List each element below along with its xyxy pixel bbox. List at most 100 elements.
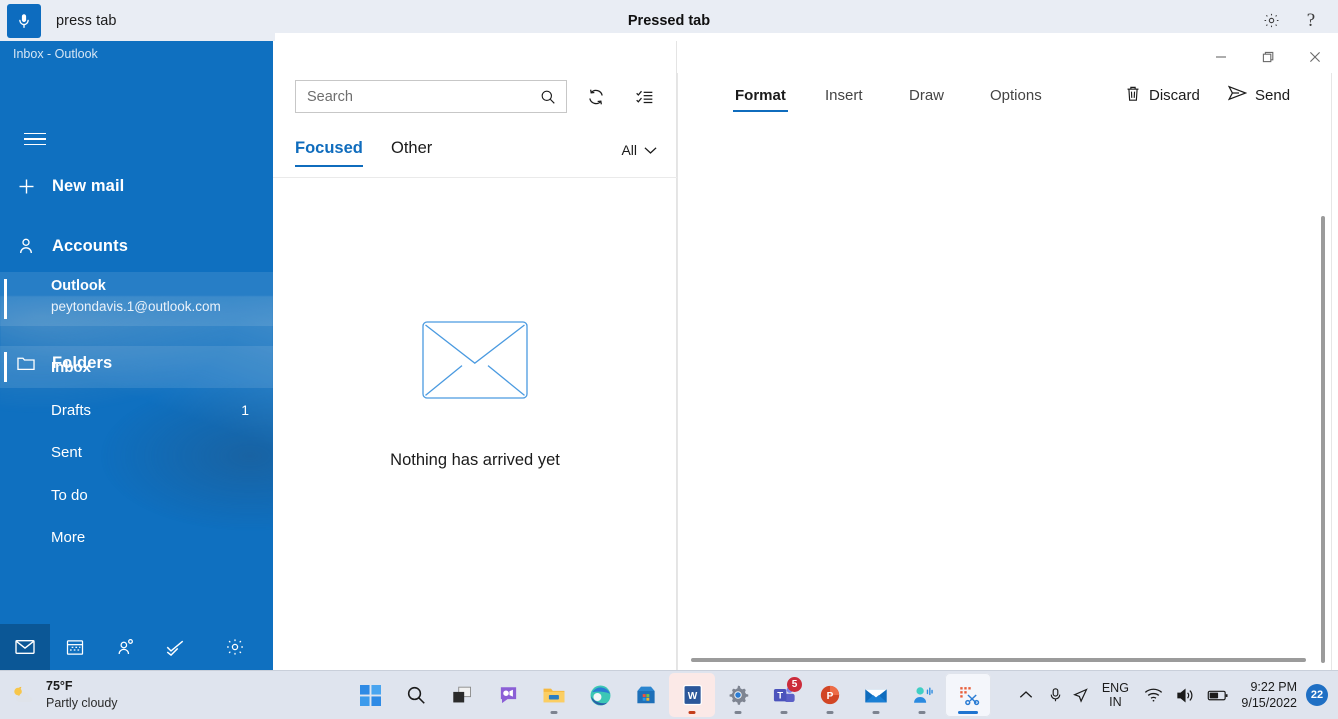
outlook-mail-window: Inbox - Outlook New mail [0,41,1338,670]
mail-icon[interactable] [0,624,50,670]
teams-icon[interactable]: T 5 [761,673,807,717]
pane-divider [677,73,678,670]
sync-refresh-icon[interactable] [579,80,613,113]
tab-insert[interactable]: Insert [825,87,863,104]
voice-access-bar: press tab Pressed tab ? [0,0,1338,41]
minimize-icon[interactable] [1197,41,1244,73]
hamburger-menu-icon[interactable] [12,121,58,157]
running-indicator [551,711,558,714]
search-input[interactable] [307,89,530,105]
chevron-up-icon[interactable] [1009,671,1043,719]
to-do-check-icon[interactable] [150,624,200,670]
active-window-indicator [958,711,978,715]
sidebar-item-drafts[interactable]: Drafts 1 [0,389,273,431]
new-mail-label: New mail [52,177,124,196]
battery-icon[interactable] [1201,671,1235,719]
active-indicator [689,711,696,714]
select-mode-icon[interactable] [627,80,661,113]
discard-button[interactable]: Discard [1125,85,1200,106]
clock-time: 9:22 PM [1250,679,1297,695]
tab-underline [295,165,363,168]
word-icon[interactable]: W [669,673,715,717]
horizontal-scrollbar[interactable] [691,658,1306,662]
tab-label: Draw [909,87,944,104]
gear-icon[interactable] [210,624,260,670]
running-indicator [919,711,926,714]
send-button[interactable]: Send [1228,85,1290,105]
mail-icon[interactable] [853,673,899,717]
restore-window-icon[interactable] [1244,41,1291,73]
accounts-header[interactable]: Accounts [0,224,273,268]
microsoft-store-icon[interactable] [623,673,669,717]
empty-inbox-state: Nothing has arrived yet [273,321,677,470]
microphone-icon[interactable] [7,4,41,38]
question-mark-icon[interactable]: ? [1298,8,1324,34]
tab-other[interactable]: Other [391,139,432,158]
file-explorer-icon[interactable] [531,673,577,717]
tab-format[interactable]: Format [735,87,786,104]
send-label: Send [1255,87,1290,104]
tab-underline [733,110,788,113]
search-box[interactable] [295,80,567,113]
nav-bottom-bar [0,624,273,670]
svg-text:T: T [777,691,783,702]
envelope-illustration [422,321,528,399]
svg-text:W: W [687,691,697,702]
sidebar-item-more[interactable]: More [0,516,273,558]
calendar-icon[interactable] [50,624,100,670]
tab-options[interactable]: Options [990,87,1042,104]
inbox-pivots: Focused Other All [273,133,677,178]
start-windows-icon[interactable] [347,673,393,717]
powerpoint-icon[interactable]: P [807,673,853,717]
search-icon[interactable] [530,88,566,106]
snipping-tool-icon[interactable] [945,673,991,717]
settings-gear-icon[interactable] [715,673,761,717]
clock[interactable]: 9:22 PM 9/15/2022 [1241,671,1297,719]
compose-ribbon-tabs: Format Insert Draw Options [677,79,1338,119]
wifi-icon[interactable] [1137,671,1169,719]
gear-icon[interactable] [1258,8,1284,34]
clock-date: 9/15/2022 [1241,695,1297,711]
task-view-icon[interactable] [439,673,485,717]
tab-label: Insert [825,87,863,104]
window-controls [1197,41,1338,73]
voice-access-icon[interactable] [899,673,945,717]
sidebar-item-to-do[interactable]: To do [0,474,273,516]
location-arrow-icon[interactable] [1067,671,1093,719]
notification-center-badge[interactable]: 22 [1306,671,1332,719]
accounts-label: Accounts [52,237,128,256]
edge-browser-icon[interactable] [577,673,623,717]
account-item-outlook[interactable]: Outlook peytondavis.1@outlook.com [0,272,273,326]
running-indicator [781,711,788,714]
language-primary: ENG [1102,681,1129,695]
account-email: peytondavis.1@outlook.com [51,299,221,314]
notification-count: 22 [1306,684,1328,706]
tab-draw[interactable]: Draw [909,87,944,104]
filter-dropdown[interactable]: All [621,142,657,158]
selection-indicator [4,352,7,382]
voice-status-title: Pressed tab [0,13,1338,29]
microphone-icon[interactable] [1043,671,1067,719]
empty-state-text: Nothing has arrived yet [273,451,677,470]
scroll-track [1331,73,1332,670]
running-indicator [735,711,742,714]
language-indicator[interactable]: ENG IN [1093,671,1137,719]
new-mail-button[interactable]: New mail [0,164,273,208]
close-icon[interactable] [1291,41,1338,73]
chat-icon[interactable] [485,673,531,717]
sidebar-item-inbox[interactable]: Inbox [0,346,273,388]
sidebar-item-sent[interactable]: Sent [0,431,273,473]
running-indicator [873,711,880,714]
svg-text:P: P [827,691,834,702]
vertical-scrollbar[interactable] [1321,216,1325,663]
people-icon[interactable] [100,624,150,670]
system-tray: ENG IN 9:22 PM [1009,671,1332,719]
folder-label: To do [51,487,88,504]
folder-label: Inbox [51,359,91,376]
speaker-icon[interactable] [1169,671,1201,719]
selection-indicator [4,279,7,319]
tab-focused[interactable]: Focused [295,139,363,158]
folder-label: Sent [51,444,82,461]
tab-label: Format [735,87,786,104]
search-icon[interactable] [393,673,439,717]
